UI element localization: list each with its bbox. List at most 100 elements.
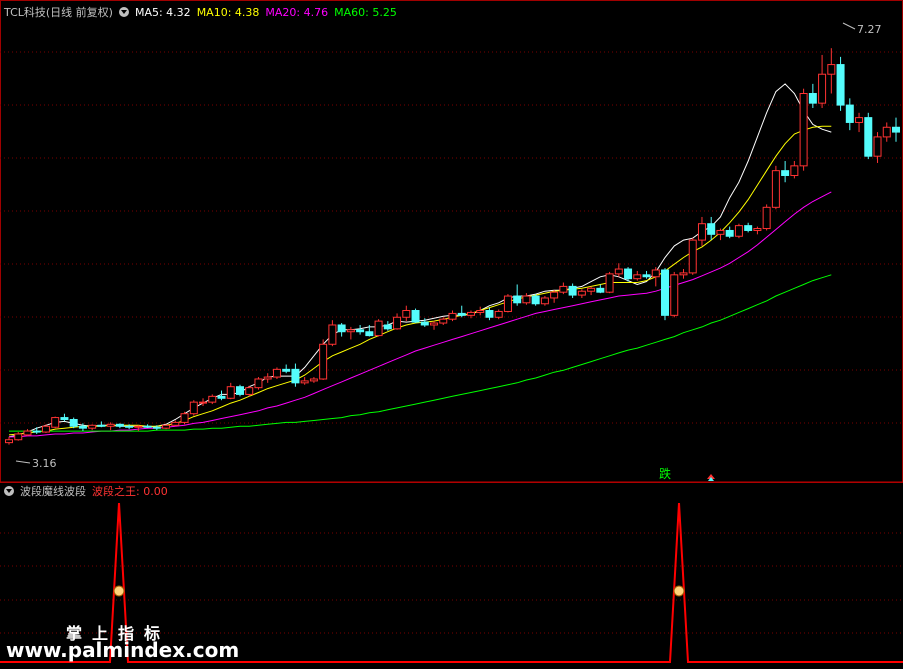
candle-body (393, 316, 402, 330)
candle-body (365, 331, 374, 337)
candle-body (199, 401, 208, 404)
candle-body (827, 64, 836, 75)
indicator-dropdown-icon[interactable] (4, 486, 14, 496)
candle-body (836, 64, 845, 106)
candle-body (448, 312, 457, 320)
candle-body (531, 295, 540, 305)
candle-body (633, 274, 642, 280)
candle-body (143, 425, 152, 428)
candle-body (309, 378, 318, 382)
candle-body (882, 126, 891, 138)
stock-title: TCL科技(日线 前复权) (4, 6, 113, 19)
candle-body (873, 136, 882, 157)
candle-body (78, 425, 87, 429)
ma-line-ma10 (8, 125, 832, 436)
candle-body (624, 268, 633, 280)
candle-body (762, 206, 771, 230)
candle-body (614, 268, 623, 275)
candle-body (282, 368, 291, 372)
indicator-legend: 波段魔线波段 波段之王: 0.00 (4, 485, 174, 499)
candle-body (180, 413, 189, 423)
candle-body (208, 395, 217, 403)
ma60-label: MA60: 5.25 (334, 6, 397, 19)
candle-body (115, 423, 124, 427)
candle-body (235, 386, 244, 395)
candle-body (725, 229, 734, 237)
candle-body (697, 223, 706, 241)
candle-body (503, 295, 512, 312)
candle-body (60, 417, 69, 420)
candle-body (300, 380, 309, 384)
candle-body (88, 424, 97, 429)
candle-body (550, 291, 559, 299)
candle-body (263, 376, 272, 380)
candle-body (171, 421, 180, 426)
candle-body (32, 430, 41, 433)
candle-body (679, 272, 688, 276)
candle-body (596, 287, 605, 293)
candle-body (781, 170, 790, 176)
ma10-label: MA10: 4.38 (196, 6, 260, 19)
settings-dropdown-icon[interactable] (118, 7, 129, 17)
min-price-label: 3.16 (32, 457, 57, 470)
candle-body (41, 425, 50, 433)
candle-body (808, 93, 817, 104)
candle-body (642, 274, 651, 278)
max-price-pointer (842, 22, 856, 30)
price-panel-frame (0, 0, 903, 483)
candle-body (771, 170, 780, 208)
candle-body (291, 368, 300, 384)
candle-body (651, 269, 660, 278)
candle-body (411, 310, 420, 323)
candle-body (799, 93, 808, 167)
ma5-label: MA5: 4.32 (134, 6, 191, 19)
candle-body (272, 368, 281, 378)
candle-body (476, 310, 485, 313)
candle-body (734, 225, 743, 237)
candle-body (892, 126, 900, 133)
candle-body (346, 329, 355, 333)
candle-body (134, 425, 143, 428)
watermark-url: www.palmindex.com (6, 638, 240, 662)
min-price-pointer (15, 460, 31, 464)
candle-body (485, 310, 494, 318)
candle-body (818, 73, 827, 104)
candle-body (790, 165, 799, 176)
candle-body (226, 386, 235, 399)
candle-body (430, 322, 439, 326)
candle-body (402, 310, 411, 318)
candle-body (97, 424, 106, 427)
price-legend: TCL科技(日线 前复权) MA5: 4.32 MA10: 4.38 MA20: 4.… (4, 6, 403, 20)
candle-body (162, 424, 171, 429)
hand-pointer-icon (113, 585, 125, 597)
candle-body (577, 290, 586, 296)
candle-body (152, 426, 161, 429)
candle-body (494, 310, 503, 318)
candle-body (568, 285, 577, 296)
ma-line-ma5 (8, 83, 832, 438)
candle-body (670, 274, 679, 316)
candle-body (744, 225, 753, 231)
candle-body (587, 287, 596, 292)
chart-canvas: 7.27 3.16 跌 (0, 0, 903, 663)
indicator-value: 波段之王: 0.00 (92, 485, 168, 498)
max-price-label: 7.27 (857, 23, 882, 36)
candle-body (189, 401, 198, 415)
ma20-label: MA20: 4.76 (265, 6, 329, 19)
candle-body (51, 417, 60, 428)
candle-body (466, 311, 475, 316)
candle-body (319, 343, 328, 380)
candle-body (559, 285, 568, 293)
candle-body (439, 318, 448, 324)
candle-body (328, 324, 337, 345)
candle-body (383, 324, 392, 330)
candle-body (69, 418, 78, 427)
candle-body (14, 433, 23, 441)
candle-body (5, 439, 13, 444)
candle-body (106, 423, 115, 427)
candle-body (374, 320, 383, 337)
candle-body (845, 104, 854, 123)
candle-body (513, 295, 522, 304)
candle-body (420, 321, 429, 326)
hand-pointer-icon (673, 585, 685, 597)
